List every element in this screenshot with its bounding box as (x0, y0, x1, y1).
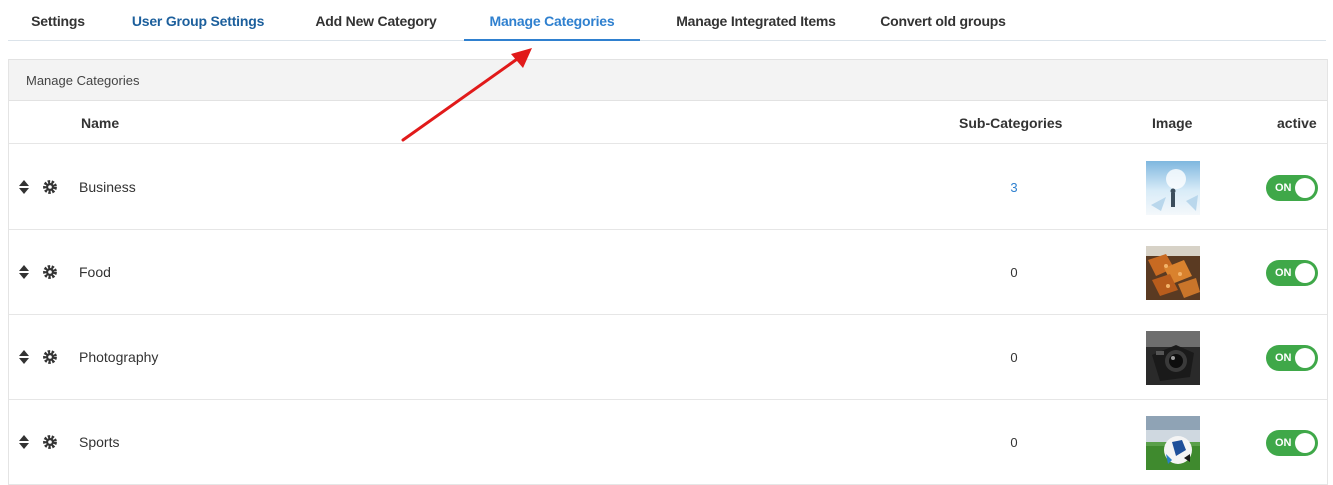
toggle-label: ON (1275, 182, 1292, 194)
tab-convert-old-groups[interactable]: Convert old groups (868, 0, 1018, 40)
table-row: Photography 0 ON (9, 315, 1327, 400)
sort-arrows-icon[interactable] (17, 433, 31, 451)
toggle-knob (1295, 433, 1315, 453)
panel-title: Manage Categories (26, 73, 140, 88)
column-header-subcategories: Sub-Categories (959, 115, 1063, 131)
manage-categories-panel: Manage Categories Name Sub-Categories Im… (8, 59, 1328, 485)
gear-icon[interactable] (42, 434, 58, 450)
toggle-label: ON (1275, 352, 1292, 364)
toggle-knob (1295, 348, 1315, 368)
active-toggle[interactable]: ON (1266, 175, 1318, 201)
gear-icon[interactable] (42, 264, 58, 280)
toggle-label: ON (1275, 267, 1292, 279)
active-toggle[interactable]: ON (1266, 260, 1318, 286)
column-header-name: Name (81, 115, 120, 131)
business-photo-icon (1146, 161, 1200, 215)
subcategory-count: 0 (1010, 265, 1018, 280)
toggle-knob (1295, 178, 1315, 198)
subcategory-count: 0 (1010, 435, 1018, 450)
sort-arrows-icon[interactable] (17, 178, 31, 196)
category-name: Photography (79, 349, 159, 365)
tab-bar: Settings User Group Settings Add New Cat… (8, 0, 1326, 41)
subcategory-count-link[interactable]: 3 (1004, 145, 1024, 230)
active-toggle[interactable]: ON (1266, 430, 1318, 456)
tab-user-group-settings[interactable]: User Group Settings (118, 0, 278, 40)
table-row: Business 3 ON (9, 145, 1327, 230)
panel-header: Manage Categories (9, 59, 1327, 101)
column-header-image: Image (1152, 115, 1193, 131)
column-header-active: active (1277, 115, 1317, 131)
tab-add-new-category[interactable]: Add New Category (302, 0, 450, 40)
gear-icon[interactable] (42, 179, 58, 195)
tab-manage-integrated-items[interactable]: Manage Integrated Items (666, 0, 846, 40)
category-name: Business (79, 179, 136, 195)
category-name: Food (79, 264, 111, 280)
toggle-knob (1295, 263, 1315, 283)
category-name: Sports (79, 434, 120, 450)
camera-photo-icon (1146, 331, 1200, 385)
tab-manage-categories[interactable]: Manage Categories (464, 0, 640, 41)
soccer-ball-photo-icon (1146, 416, 1200, 470)
food-photo-icon (1146, 246, 1200, 300)
subcategory-count: 0 (1010, 350, 1018, 365)
table-row: Food 0 ON (9, 230, 1327, 315)
gear-icon[interactable] (42, 349, 58, 365)
toggle-label: ON (1275, 437, 1292, 449)
table-header-row (9, 102, 1327, 144)
sort-arrows-icon[interactable] (17, 348, 31, 366)
table-row: Sports 0 ON (9, 400, 1327, 485)
sort-arrows-icon[interactable] (17, 263, 31, 281)
tab-settings[interactable]: Settings (22, 0, 94, 40)
active-toggle[interactable]: ON (1266, 345, 1318, 371)
